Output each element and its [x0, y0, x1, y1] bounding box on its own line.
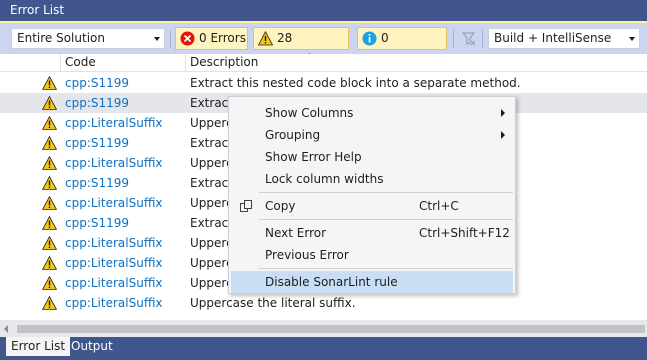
rule-code-link[interactable]: cpp:S1199 [65, 133, 129, 153]
scrollbar-thumb[interactable] [17, 325, 645, 333]
horizontal-scrollbar[interactable] [0, 320, 647, 337]
build-source-value: Build + IntelliSense [494, 31, 612, 45]
row-description: Extract [190, 96, 233, 110]
toolbar: Entire Solution 0 Errors 28 Warnings 0 M… [0, 23, 647, 66]
menu-item-show-error-help[interactable]: Show Error Help [231, 146, 513, 168]
warning-icon [258, 31, 273, 46]
chevron-down-icon [629, 37, 635, 41]
warning-icon [42, 156, 57, 170]
table-row[interactable]: cpp:S1199 Extract this nested code block … [0, 73, 647, 93]
clear-filter-icon[interactable] [461, 31, 476, 46]
warning-icon [42, 136, 57, 150]
copy-icon [240, 200, 252, 212]
menu-item-label: Disable SonarLint rule [265, 275, 398, 289]
toolbar-separator [453, 30, 454, 48]
rule-code-link[interactable]: cpp:LiteralSuffix [65, 273, 163, 293]
menu-item-show-columns[interactable]: Show Columns [231, 102, 513, 124]
chevron-down-icon [154, 37, 160, 41]
errors-filter-label: 0 Errors [199, 31, 246, 45]
warning-icon [42, 176, 57, 190]
menu-item-previous-error[interactable]: Previous Error [231, 244, 513, 266]
menu-item-shortcut: Ctrl+Shift+F12 [419, 226, 510, 240]
row-description: Extract this nested code block into a se… [190, 76, 521, 90]
warning-icon [42, 216, 57, 230]
row-description: Upperc [190, 196, 233, 210]
rule-code-link[interactable]: cpp:S1199 [65, 213, 129, 233]
menu-separator [259, 219, 513, 220]
row-description: Upperc [190, 256, 233, 270]
warning-icon [42, 296, 57, 310]
errors-filter-button[interactable]: 0 Errors [175, 27, 248, 50]
window-title-bar: Error List [0, 0, 647, 23]
warning-icon [42, 196, 57, 210]
row-description: Upperc [190, 276, 233, 290]
info-icon [362, 31, 377, 46]
toolbar-separator [170, 30, 171, 48]
warning-icon [42, 276, 57, 290]
row-description: Uppercase the literal suffix. [190, 296, 356, 310]
menu-item-label: Show Error Help [265, 150, 362, 164]
tool-window-tabs: Error List Output [0, 337, 647, 360]
warning-icon [42, 256, 57, 270]
error-icon [180, 31, 195, 46]
rule-code-link[interactable]: cpp:LiteralSuffix [65, 193, 163, 213]
menu-item-label: Lock column widths [265, 172, 384, 186]
menu-item-label: Show Columns [265, 106, 354, 120]
rule-code-link[interactable]: cpp:LiteralSuffix [65, 113, 163, 133]
submenu-arrow-icon [501, 109, 505, 117]
menu-item-label: Grouping [265, 128, 321, 142]
menu-item-copy[interactable]: Copy Ctrl+C [231, 195, 513, 217]
scope-dropdown[interactable]: Entire Solution [11, 28, 165, 49]
context-menu: Show Columns Grouping Show Error Help Lo… [228, 96, 516, 294]
warning-icon [42, 236, 57, 250]
scroll-left-icon[interactable] [4, 325, 8, 333]
menu-item-disable-sonarlint-rule[interactable]: Disable SonarLint rule [231, 271, 513, 293]
rule-code-link[interactable]: cpp:LiteralSuffix [65, 233, 163, 253]
rule-code-link[interactable]: cpp:S1199 [65, 73, 129, 93]
warnings-filter-button[interactable]: 28 Warnings [253, 27, 349, 66]
window-title: Error List [10, 3, 65, 17]
menu-item-grouping[interactable]: Grouping [231, 124, 513, 146]
rule-code-link[interactable]: cpp:LiteralSuffix [65, 293, 163, 313]
submenu-arrow-icon [501, 131, 505, 139]
menu-separator [259, 268, 513, 269]
row-description: Extract [190, 136, 233, 150]
rule-code-link[interactable]: cpp:LiteralSuffix [65, 253, 163, 273]
messages-filter-button[interactable]: 0 Messages [357, 27, 447, 66]
column-header-description[interactable]: Description [190, 54, 258, 72]
build-source-dropdown[interactable]: Build + IntelliSense [488, 28, 640, 49]
warning-icon [42, 76, 57, 90]
menu-item-next-error[interactable]: Next Error Ctrl+Shift+F12 [231, 222, 513, 244]
row-description: Upperc [190, 156, 233, 170]
menu-separator [259, 192, 513, 193]
menu-item-label: Previous Error [265, 248, 349, 262]
menu-item-lock-column-widths[interactable]: Lock column widths [231, 168, 513, 190]
rule-code-link[interactable]: cpp:S1199 [65, 93, 129, 113]
tab-error-list[interactable]: Error List [6, 337, 71, 356]
column-divider[interactable] [185, 54, 186, 72]
tab-output[interactable]: Output [66, 337, 118, 356]
table-row[interactable]: cpp:LiteralSuffix Uppercase the literal s… [0, 293, 647, 313]
toolbar-separator [482, 30, 483, 48]
scope-dropdown-value: Entire Solution [17, 31, 105, 45]
warning-icon [42, 96, 57, 110]
row-description: Upperc [190, 116, 233, 130]
menu-item-label: Copy [265, 199, 296, 213]
row-description: Extract [190, 176, 233, 190]
warning-icon [42, 116, 57, 130]
rule-code-link[interactable]: cpp:LiteralSuffix [65, 153, 163, 173]
menu-item-label: Next Error [265, 226, 327, 240]
column-divider[interactable] [60, 54, 61, 72]
rule-code-link[interactable]: cpp:S1199 [65, 173, 129, 193]
table-header: Code Description [0, 54, 647, 72]
row-description: Upperc [190, 236, 233, 250]
column-header-code[interactable]: Code [65, 54, 96, 72]
menu-item-shortcut: Ctrl+C [419, 199, 459, 213]
row-description: Extract [190, 216, 233, 230]
